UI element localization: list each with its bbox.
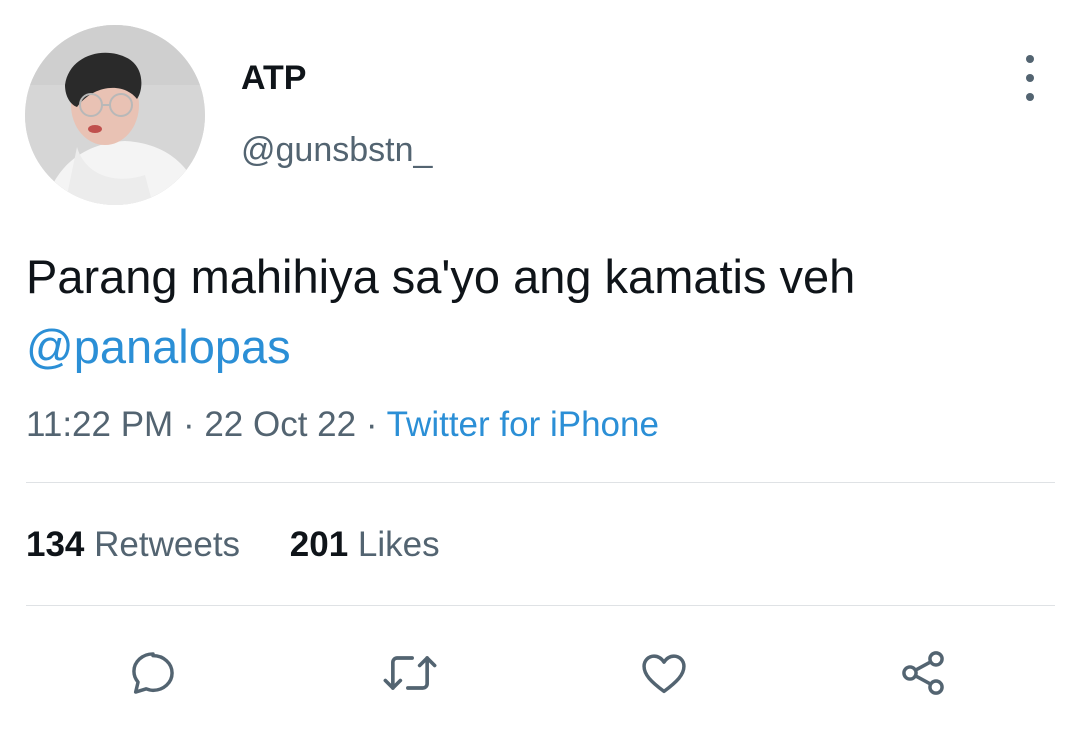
display-name[interactable]: ATP xyxy=(241,58,306,98)
reply-icon xyxy=(132,652,174,694)
divider xyxy=(26,605,1055,606)
likes-label: Likes xyxy=(357,525,440,564)
vertical-dots-icon xyxy=(1026,55,1034,63)
share-icon xyxy=(902,651,944,695)
tweet-time: 11:22 PM xyxy=(26,405,174,444)
meta-separator: · xyxy=(365,405,378,444)
likes-stat[interactable]: 201 Likes xyxy=(290,522,440,568)
tweet-source-link[interactable]: Twitter for iPhone xyxy=(387,405,659,444)
tweet-stats: 134 Retweets 201 Likes xyxy=(26,522,480,568)
retweets-count: 134 xyxy=(26,525,85,564)
mention-link[interactable]: @panalopas xyxy=(26,312,1056,382)
likes-count: 201 xyxy=(289,525,349,564)
action-bar xyxy=(0,643,1080,703)
tweet-meta: 11:22 PM · 22 Oct 22 · Twitter for iPhon… xyxy=(26,402,659,448)
tweet-date: 22 Oct 22 xyxy=(204,405,357,444)
meta-separator: · xyxy=(182,405,195,444)
tweet-text: Parang mahihiya sa'yo ang kamatis veh @p… xyxy=(26,242,1056,382)
avatar-photo xyxy=(25,25,205,205)
like-button[interactable] xyxy=(634,643,694,703)
avatar[interactable] xyxy=(25,25,205,205)
reply-button[interactable] xyxy=(123,643,183,703)
user-handle[interactable]: @gunsbstn_ xyxy=(241,130,432,170)
like-icon xyxy=(642,654,686,694)
retweet-icon xyxy=(383,656,437,690)
more-options-button[interactable] xyxy=(1010,55,1050,101)
share-button[interactable] xyxy=(893,643,953,703)
retweets-label: Retweets xyxy=(94,525,241,564)
tweet-body: Parang mahihiya sa'yo ang kamatis veh xyxy=(26,250,856,303)
divider xyxy=(26,482,1055,483)
retweets-stat[interactable]: 134 Retweets xyxy=(26,522,240,568)
retweet-button[interactable] xyxy=(380,643,440,703)
